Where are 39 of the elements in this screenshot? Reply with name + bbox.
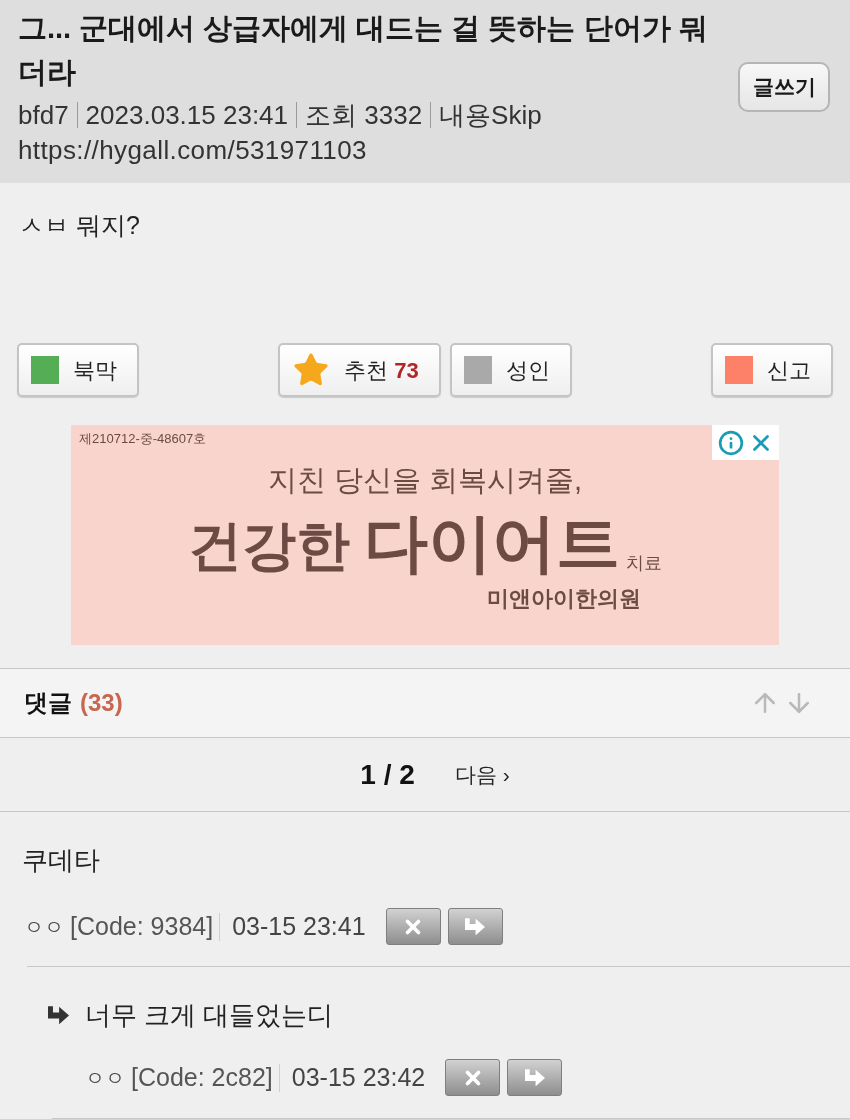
- page-indicator: 1 / 2: [360, 757, 415, 792]
- reply-arrow-icon: [524, 1067, 545, 1088]
- comment-author: ㅇㅇ: [85, 1065, 125, 1091]
- reply-arrow-icon: [48, 1004, 69, 1026]
- author-name: bfd7: [18, 98, 69, 132]
- comment-text: 너무 크게 대들었는디: [85, 999, 334, 1032]
- comments-count: (33): [80, 688, 123, 718]
- reply-button[interactable]: [507, 1059, 563, 1096]
- post-title: 그... 군대에서 상급자에게 대드는 걸 뜻하는 단어가 뭐더라: [18, 11, 709, 90]
- comment-time: 03-15 23:42: [291, 1061, 426, 1093]
- post-body: ㅅㅂ 뭐지?: [19, 210, 140, 241]
- info-icon[interactable]: [717, 429, 744, 456]
- ad-headline-suffix: 치료: [626, 552, 662, 574]
- reply-arrow-icon: [465, 916, 486, 937]
- delete-button[interactable]: [445, 1059, 501, 1096]
- write-button[interactable]: 글쓰기: [738, 62, 830, 112]
- comment-code: [Code: 2c82]: [131, 1061, 273, 1093]
- post-date: 2023.03.15 23:41: [85, 98, 289, 132]
- comment-text: 쿠데타: [22, 844, 100, 877]
- ad-advertiser: 미앤아이한의원: [487, 585, 641, 613]
- delete-button[interactable]: [385, 908, 441, 945]
- action-button[interactable]: 성인: [449, 343, 572, 397]
- comment-code: [Code: 9384]: [70, 910, 214, 942]
- ad-banner[interactable]: 제210712-중-48607호 지친 당신을 회복시켜줄, 건강한 다이어트 치료 미앤아이한의원: [71, 425, 779, 645]
- ad-tagline: 지친 당신을 회복시켜줄,: [267, 463, 583, 498]
- reply-button[interactable]: [447, 908, 503, 945]
- ad-registration: 제210712-중-48607호: [79, 430, 207, 448]
- skip-link[interactable]: 내용Skip: [439, 95, 542, 135]
- comment-time: 03-15 23:41: [232, 910, 366, 942]
- comment-author: ㅇㅇ: [24, 914, 64, 940]
- post-url[interactable]: https://hygall.com/531971103: [18, 133, 367, 168]
- recommend-button[interactable]: 추천 73: [278, 343, 441, 397]
- ad-headline-emphasis: 다이어트: [364, 508, 620, 578]
- view-count: 조회 3332: [305, 98, 423, 132]
- ad-headline: 건강한: [188, 514, 350, 577]
- action-button[interactable]: 북막: [17, 343, 139, 397]
- next-page-link[interactable]: 다음 ›: [454, 758, 510, 791]
- comments-label: 댓글: [24, 688, 72, 718]
- action-button[interactable]: 신고: [711, 343, 833, 397]
